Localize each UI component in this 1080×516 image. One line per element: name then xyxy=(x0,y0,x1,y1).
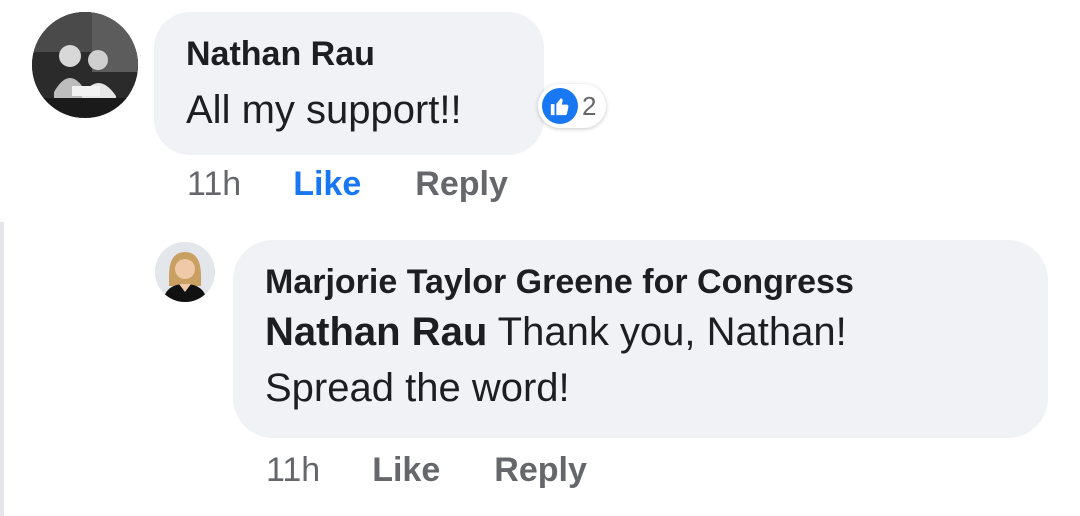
reply-mention[interactable]: Nathan Rau xyxy=(265,310,487,354)
reply-reply-button[interactable]: Reply xyxy=(494,451,587,490)
reply-button[interactable]: Reply xyxy=(415,165,508,204)
comment-timestamp[interactable]: 11h xyxy=(187,165,241,204)
reply-text-line: Nathan Rau Thank you, Nathan! Spread the… xyxy=(265,304,965,416)
reaction-summary[interactable]: 2 xyxy=(538,84,607,128)
comment-text: All my support!! xyxy=(186,88,462,132)
reply-author[interactable]: Marjorie Taylor Greene for Congress xyxy=(265,262,1048,302)
reply-avatar[interactable] xyxy=(155,242,215,302)
reply-actions: 11h Like Reply xyxy=(266,451,587,490)
avatar[interactable] xyxy=(32,12,138,118)
comment-bubble: Nathan Rau All my support!! xyxy=(154,12,544,155)
thumbs-up-icon xyxy=(542,88,578,124)
reply-like-button[interactable]: Like xyxy=(372,451,440,490)
comment-thread: Nathan Rau All my support!! 2 11h Like R… xyxy=(0,0,1080,516)
avatar-photo-icon xyxy=(155,242,215,302)
comment-actions: 11h Like Reply xyxy=(187,165,508,204)
like-button[interactable]: Like xyxy=(293,165,361,204)
reply-bubble: Marjorie Taylor Greene for Congress Nath… xyxy=(233,240,1048,438)
reply-timestamp[interactable]: 11h xyxy=(266,451,320,490)
avatar-photo-icon xyxy=(32,12,138,118)
comment-author[interactable]: Nathan Rau xyxy=(186,34,544,74)
reaction-count: 2 xyxy=(582,90,597,121)
thread-line xyxy=(0,222,4,516)
